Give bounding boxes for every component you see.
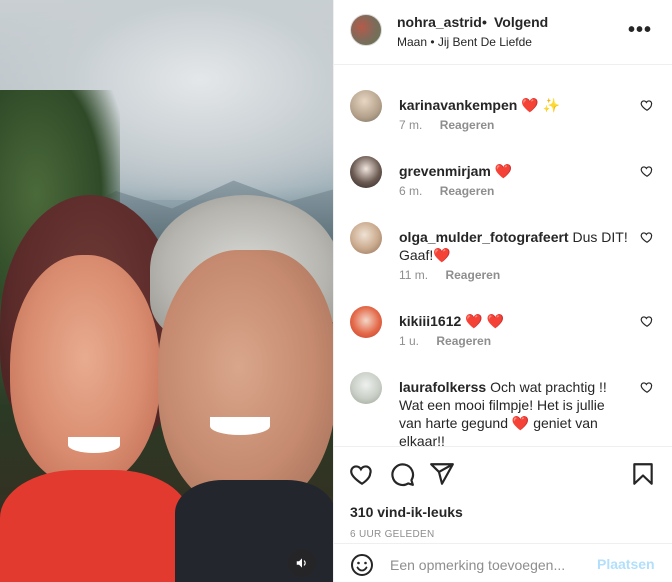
volume-button[interactable] <box>288 549 316 577</box>
comment-like-icon[interactable] <box>640 230 654 244</box>
comment-icon[interactable] <box>389 461 415 487</box>
video-woman-shirt <box>0 470 190 582</box>
heart-icon[interactable] <box>349 461 375 487</box>
comment-time: 6 m. <box>399 184 423 198</box>
comment-list[interactable]: karinavankempen ❤️ ✨ 7 m. Reageren greve… <box>334 66 672 446</box>
post-header: nohra_astrid • Volgend Maan • Jij Bent D… <box>334 0 672 65</box>
comment-time: 11 m. <box>399 268 429 282</box>
comment-time: 7 m. <box>399 118 423 132</box>
author-avatar[interactable] <box>350 14 382 46</box>
post-actions: 310 vind-ik-leuks 6 UUR GELEDEN Plaatsen <box>334 446 672 582</box>
commenter-avatar[interactable] <box>350 90 382 122</box>
audio-track-link[interactable]: Maan • Jij Bent De Liefde <box>397 35 532 49</box>
commenter-username[interactable]: karinavankempen <box>399 97 517 113</box>
emoji-icon[interactable] <box>350 553 374 577</box>
video-woman-smile <box>68 437 120 453</box>
share-icon[interactable] <box>429 461 455 487</box>
comment-time: 1 u. <box>399 334 420 348</box>
comment-text: ❤️ ✨ <box>521 97 560 113</box>
commenter-avatar[interactable] <box>350 372 382 404</box>
comment-text: ❤️ ❤️ <box>465 313 504 329</box>
add-comment-bar: Plaatsen <box>334 543 672 582</box>
author-username[interactable]: nohra_astrid <box>397 14 482 30</box>
reply-button[interactable]: Reageren <box>440 118 495 132</box>
header-separator: • <box>482 14 487 30</box>
commenter-username[interactable]: grevenmirjam <box>399 163 491 179</box>
video-man-smile <box>210 417 270 435</box>
commenter-username[interactable]: kikiii1612 <box>399 313 461 329</box>
comment-like-icon[interactable] <box>640 98 654 112</box>
reply-button[interactable]: Reageren <box>436 334 491 348</box>
reply-button[interactable]: Reageren <box>440 184 495 198</box>
commenter-avatar[interactable] <box>350 222 382 254</box>
like-count[interactable]: 310 vind-ik-leuks <box>350 504 463 520</box>
more-options-button[interactable]: ••• <box>628 20 652 40</box>
reply-button[interactable]: Reageren <box>445 268 500 282</box>
post-video[interactable] <box>0 0 333 582</box>
commenter-avatar[interactable] <box>350 306 382 338</box>
commenter-avatar[interactable] <box>350 156 382 188</box>
comment-text: ❤️ <box>494 163 513 179</box>
volume-icon <box>296 558 306 568</box>
commenter-username[interactable]: olga_mulder_fotografeert <box>399 229 569 245</box>
commenter-username[interactable]: laurafolkerss <box>399 379 486 395</box>
video-man-face <box>158 250 333 510</box>
bookmark-icon[interactable] <box>630 461 656 487</box>
comment-like-icon[interactable] <box>640 314 654 328</box>
post-sidebar: nohra_astrid • Volgend Maan • Jij Bent D… <box>333 0 672 582</box>
comment-like-icon[interactable] <box>640 164 654 178</box>
post-timestamp: 6 UUR GELEDEN <box>350 529 435 540</box>
post-comment-button[interactable]: Plaatsen <box>597 556 655 572</box>
following-button[interactable]: Volgend <box>494 14 548 30</box>
comment-input[interactable] <box>390 553 590 577</box>
comment-like-icon[interactable] <box>640 380 654 394</box>
